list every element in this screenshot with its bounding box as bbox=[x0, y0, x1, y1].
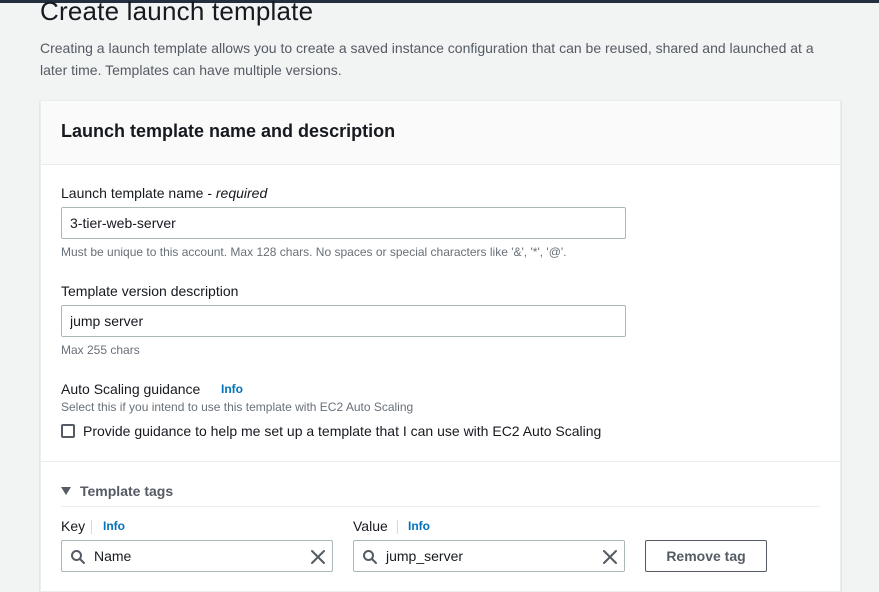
value-label-separator bbox=[397, 520, 398, 534]
template-name-label: Launch template name - required bbox=[61, 185, 267, 201]
caret-down-icon[interactable] bbox=[61, 487, 71, 495]
template-name-hint: Must be unique to this account. Max 128 … bbox=[61, 245, 567, 259]
tag-value-label: Value bbox=[353, 518, 388, 534]
template-version-hint: Max 255 chars bbox=[61, 343, 140, 357]
template-tags-toggle[interactable]: Template tags bbox=[80, 483, 173, 499]
template-version-label: Template version description bbox=[61, 283, 239, 299]
tag-key-value: Name bbox=[94, 548, 132, 564]
section-divider bbox=[41, 461, 840, 462]
key-label-separator bbox=[91, 520, 92, 534]
auto-scaling-checkbox-label[interactable]: Provide guidance to help me set up a tem… bbox=[83, 423, 601, 439]
launch-template-name-panel: Launch template name and description Lau… bbox=[40, 100, 841, 592]
tag-value-info-link[interactable]: Info bbox=[408, 519, 430, 533]
template-name-label-text: Launch template name - bbox=[61, 185, 216, 201]
close-icon[interactable] bbox=[602, 549, 618, 565]
tag-key-input[interactable]: Name bbox=[61, 540, 333, 572]
search-icon bbox=[71, 550, 85, 564]
close-icon[interactable] bbox=[310, 549, 326, 565]
panel-title: Launch template name and description bbox=[61, 121, 396, 141]
tag-key-info-link[interactable]: Info bbox=[103, 519, 125, 533]
required-indicator: required bbox=[215, 185, 268, 201]
auto-scaling-hint: Select this if you intend to use this te… bbox=[61, 400, 414, 414]
tags-divider bbox=[61, 506, 820, 507]
page-description: Creating a launch template allows you to… bbox=[40, 40, 814, 78]
search-icon bbox=[363, 550, 377, 564]
auto-scaling-guidance-checkbox[interactable] bbox=[61, 424, 75, 438]
remove-tag-button[interactable]: Remove tag bbox=[645, 540, 767, 572]
page-title: Create launch template bbox=[40, 0, 314, 26]
panel-header: Launch template name and description bbox=[41, 101, 840, 165]
tag-value-value: jump_server bbox=[386, 548, 464, 564]
template-name-input[interactable] bbox=[61, 207, 626, 239]
tag-value-input[interactable]: jump_server bbox=[353, 540, 625, 572]
auto-scaling-guidance-label: Auto Scaling guidance bbox=[61, 381, 201, 397]
template-version-input[interactable] bbox=[61, 305, 626, 337]
auto-scaling-info-link[interactable]: Info bbox=[221, 382, 243, 396]
tag-key-label: Key bbox=[61, 518, 86, 534]
